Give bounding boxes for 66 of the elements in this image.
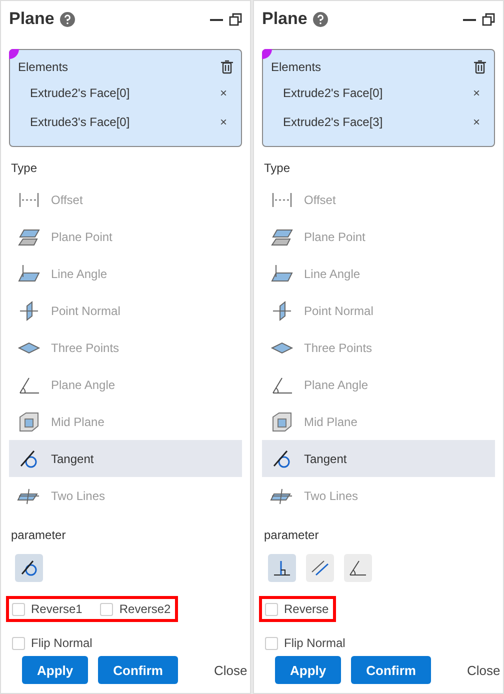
remove-button[interactable]: ×	[466, 114, 486, 128]
plane-angle-line-icon	[17, 262, 41, 284]
type-option[interactable]: Point Normal	[9, 292, 242, 329]
tangent-circle-icon	[19, 558, 39, 578]
type-option[interactable]: Two Lines	[262, 477, 495, 514]
cube-icon	[270, 410, 294, 432]
normal-plane-icon	[17, 300, 41, 322]
checkbox[interactable]: Reverse2	[100, 602, 171, 616]
corner-marker	[9, 49, 19, 59]
section-label: Type	[264, 161, 292, 175]
checkbox[interactable]: Reverse1	[12, 602, 82, 616]
elements-label: Elements	[18, 60, 68, 74]
panel-title: Plane	[262, 9, 308, 29]
restore-icon[interactable]	[482, 12, 495, 26]
remove-button[interactable]: ×	[466, 86, 486, 100]
remove-button[interactable]: ×	[214, 86, 233, 100]
action-button[interactable]: Apply	[22, 656, 88, 684]
section-label: Type	[11, 161, 38, 175]
type-option[interactable]: Plane Point	[262, 218, 495, 255]
plane-angle-line-icon	[270, 262, 294, 284]
remove-button[interactable]: ×	[214, 114, 233, 128]
angle-icon	[348, 558, 368, 578]
close-button[interactable]: Close	[462, 656, 504, 684]
type-option[interactable]: Two Lines	[9, 477, 242, 514]
element-item: Extrude3's Face[0]	[30, 114, 130, 128]
type-option[interactable]: Three Points	[9, 329, 242, 366]
normal-plane-icon	[270, 300, 294, 322]
parameter-button[interactable]	[268, 554, 296, 582]
elements-label: Elements	[271, 60, 322, 74]
type-option[interactable]: Offset	[262, 181, 495, 218]
parallel-lines-icon	[310, 558, 330, 578]
action-button[interactable]: Apply	[275, 656, 342, 684]
help-icon[interactable]	[60, 12, 76, 26]
type-option[interactable]: Point Normal	[262, 292, 495, 329]
element-item: Extrude2's Face[0]	[283, 86, 383, 100]
element-item: Extrude2's Face[0]	[30, 86, 130, 100]
restore-icon[interactable]	[229, 12, 242, 26]
section-label: parameter	[11, 528, 67, 542]
type-option[interactable]: Line Angle	[262, 255, 495, 292]
close-button[interactable]: Close	[210, 656, 252, 684]
type-option[interactable]: Line Angle	[9, 255, 242, 292]
panel-title: Plane	[9, 9, 54, 29]
parameter-button[interactable]	[15, 554, 43, 582]
section-label: parameter	[264, 528, 320, 542]
type-option[interactable]: Offset	[9, 181, 242, 218]
type-option[interactable]: Plane Angle	[9, 366, 242, 403]
checkbox[interactable]: Reverse	[265, 602, 329, 616]
help-icon[interactable]	[313, 12, 328, 26]
type-option[interactable]: Mid Plane	[9, 403, 242, 440]
type-option[interactable]: Tangent	[262, 440, 495, 477]
trash-icon[interactable]	[474, 60, 486, 74]
checkbox[interactable]: Flip Normal	[12, 636, 92, 650]
checkbox[interactable]: Flip Normal	[265, 636, 346, 650]
type-option[interactable]: Plane Angle	[262, 366, 495, 403]
type-option[interactable]: Mid Plane	[262, 403, 495, 440]
action-button[interactable]: Confirm	[351, 656, 431, 684]
corner-marker	[262, 49, 272, 59]
element-item: Extrude2's Face[3]	[283, 114, 383, 128]
type-option[interactable]: Three Points	[262, 329, 495, 366]
action-button[interactable]: Confirm	[98, 656, 178, 684]
type-option[interactable]: Tangent	[9, 440, 242, 477]
type-option[interactable]: Plane Point	[9, 218, 242, 255]
perpendicular-icon	[272, 558, 292, 578]
trash-icon[interactable]	[221, 60, 233, 74]
cube-icon	[17, 410, 41, 432]
parameter-button[interactable]	[344, 554, 372, 582]
